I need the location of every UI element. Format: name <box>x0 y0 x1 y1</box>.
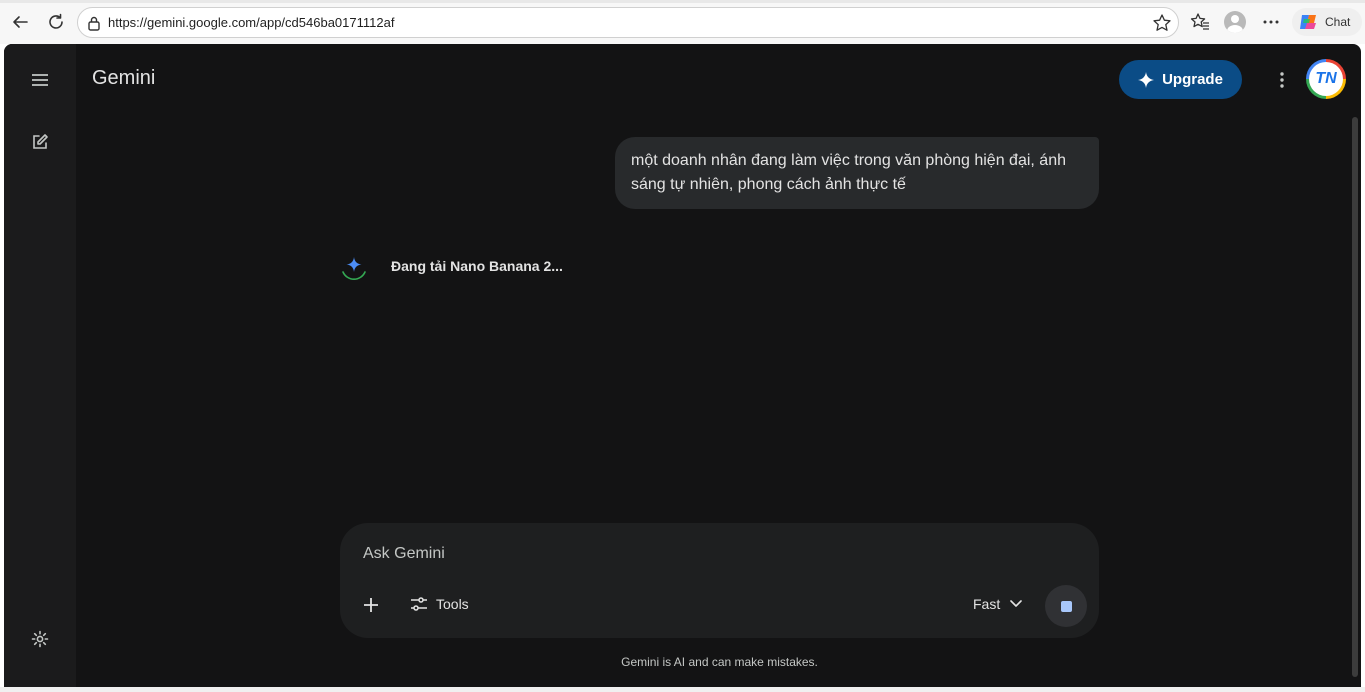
sparkle-icon <box>1138 71 1155 88</box>
gear-icon <box>31 630 49 648</box>
tools-button[interactable]: Tools <box>410 596 469 612</box>
browser-toolbar: https://gemini.google.com/app/cd546ba017… <box>0 0 1365 44</box>
main-menu-button[interactable] <box>28 68 52 92</box>
more-vertical-icon <box>1280 72 1284 88</box>
bookmark-star-icon[interactable] <box>1152 13 1172 33</box>
gemini-app: Gemini Upgrade TN một doanh nhân đang là… <box>4 44 1361 687</box>
settings-button[interactable] <box>28 627 52 651</box>
scrollbar[interactable] <box>1351 114 1359 687</box>
more-options-button[interactable] <box>1272 68 1292 92</box>
app-title[interactable]: Gemini <box>92 67 155 90</box>
reload-button[interactable] <box>44 10 68 34</box>
copilot-chat-button[interactable]: Chat <box>1292 8 1362 36</box>
chat-label: Chat <box>1325 15 1351 29</box>
user-message: một doanh nhân đang làm việc trong văn p… <box>615 137 1099 209</box>
profile-person-icon <box>1227 15 1243 33</box>
edit-square-icon <box>33 134 48 149</box>
ai-disclaimer: Gemini is AI and can make mistakes. <box>621 655 818 669</box>
gemini-spark-icon <box>342 257 366 280</box>
url-text[interactable]: https://gemini.google.com/app/cd546ba017… <box>108 15 394 30</box>
tab-strip <box>0 0 1365 3</box>
add-files-button[interactable] <box>360 594 382 616</box>
mode-label: Fast <box>973 596 1001 612</box>
new-chat-button[interactable] <box>28 130 52 154</box>
loading-status-text: Đang tải Nano Banana 2... <box>391 258 563 274</box>
prompt-composer[interactable]: Ask Gemini Tools Fast <box>340 523 1099 638</box>
reload-icon <box>49 13 63 29</box>
stop-generation-button[interactable] <box>1045 585 1087 627</box>
chevron-down-icon <box>1010 600 1023 607</box>
prompt-input[interactable]: Ask Gemini <box>363 545 445 563</box>
stop-icon <box>1060 600 1072 612</box>
scrollbar-thumb[interactable] <box>1352 117 1358 677</box>
browser-profile-avatar[interactable] <box>1224 11 1246 33</box>
account-avatar[interactable]: TN <box>1306 59 1346 99</box>
lock-icon[interactable] <box>87 15 101 31</box>
upgrade-label: Upgrade <box>1162 71 1223 88</box>
address-bar[interactable]: https://gemini.google.com/app/cd546ba017… <box>77 7 1179 38</box>
favorites-icon <box>1190 13 1209 30</box>
back-arrow-icon <box>13 16 28 28</box>
upgrade-button[interactable]: Upgrade <box>1119 60 1242 99</box>
browser-menu-button[interactable] <box>1259 10 1283 34</box>
plus-icon <box>364 598 378 612</box>
more-horizontal-icon <box>1263 20 1279 24</box>
copilot-icon <box>1300 15 1316 29</box>
avatar-initials: TN <box>1309 62 1343 96</box>
favorites-button[interactable] <box>1188 10 1212 34</box>
model-mode-selector[interactable]: Fast <box>973 596 1023 612</box>
window-bottom-edge <box>0 687 1365 692</box>
hamburger-menu-icon <box>32 74 48 86</box>
tools-sliders-icon <box>411 597 427 611</box>
tools-label: Tools <box>436 596 469 612</box>
back-button[interactable] <box>8 10 32 34</box>
sidebar <box>4 44 76 687</box>
